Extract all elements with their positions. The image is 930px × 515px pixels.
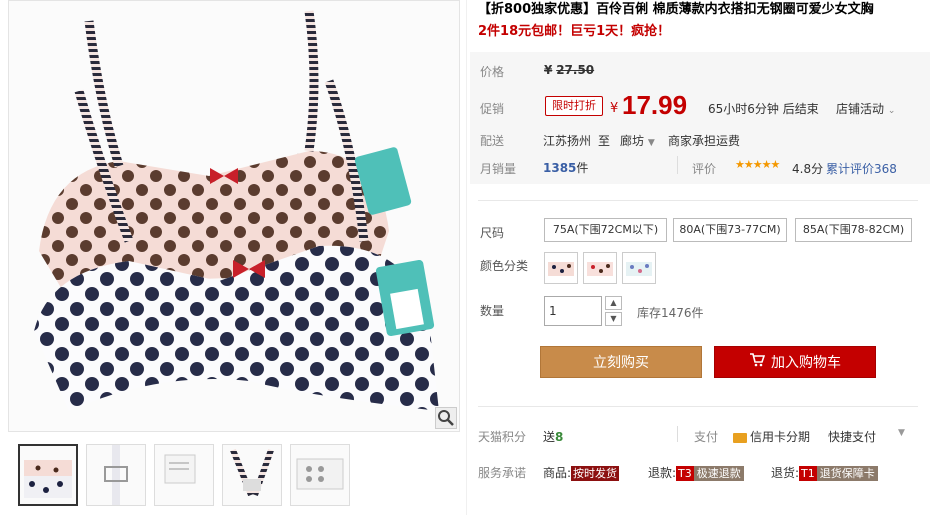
quantity-label: 数量 [480,304,505,318]
pay-label: 支付 [694,430,719,444]
promo-countdown: 65小时6分钟 后结束 [708,102,819,116]
service-refund-text: 极速退款 [693,466,744,481]
cart-icon [749,347,766,379]
shop-activity-dropdown[interactable]: 店铺活动 ⌄ [836,100,895,117]
points-label: 天猫积分 [478,430,527,444]
original-price-currency: ¥ [544,63,553,77]
column-divider [466,0,467,515]
service-goods: 商品: 按时发货 [543,464,620,481]
original-price: ¥ 27.50 [544,63,594,77]
promo-label: 促销 [480,102,505,116]
thumbnail-4[interactable] [222,444,282,506]
size-option-85a[interactable]: 85A(下围78-82CM) [795,218,912,242]
promo-currency: ¥ [610,101,619,116]
stock-count: 库存1476件 [637,306,704,320]
caret-down-icon: ▼ [647,138,655,148]
rating-label: 评价 [692,162,717,176]
product-title: 【折800独家优惠】百伶百俐 棉质薄款内衣搭扣无钢圈可爱少女文胸 [478,2,874,17]
service-return-label: 退货: [771,466,800,480]
service-refund-label: 退款: [648,466,677,480]
shipping-label: 配送 [480,134,505,148]
price-label: 价格 [480,65,505,79]
info-divider [478,200,918,201]
product-photo [34,10,439,411]
service-refund-badge: T3 [676,466,694,481]
shop-activity-label: 店铺活动 [836,102,885,116]
points-amount: 8 [555,430,564,444]
chevron-down-icon: ⌄ [887,106,896,116]
rating-stars: ★★★★★ [735,158,780,171]
buy-now-button[interactable]: 立刻购买 [540,346,702,378]
credit-card-icon [733,432,747,443]
quantity-input[interactable] [544,296,602,326]
points-value: 送8 [543,428,563,445]
size-option-75a[interactable]: 75A(下围72CM以下) [544,218,667,242]
original-price-value: 27.50 [556,63,595,77]
service-return-badge: T1 [799,466,817,481]
points-send: 送 [543,430,556,444]
review-count-link[interactable]: 累计评价368 [826,160,897,177]
quantity-decrease-button[interactable]: ▼ [605,312,622,326]
service-refund: 退款: T3 极速退款 [648,464,744,481]
monthly-sales-label: 月销量 [480,162,517,176]
monthly-sales: 1385件 [543,159,588,176]
credit-installment[interactable]: 信用卡分期 [733,428,810,445]
promo-tag: 限时打折 [545,96,603,116]
service-goods-label: 商品: [543,466,572,480]
pay-divider [677,426,678,442]
shipping-to-word: 至 [598,134,611,148]
bottom-divider [478,406,918,407]
add-to-cart-button[interactable]: 加入购物车 [714,346,876,378]
shipping-from: 江苏扬州 [543,134,592,148]
thumbnail-2[interactable] [86,444,146,506]
main-product-image[interactable] [8,0,460,432]
credit-installment-label: 信用卡分期 [750,430,811,444]
promo-price: 17.99 [622,90,688,120]
monthly-sales-unit: 件 [576,161,589,175]
service-return: 退货: T1 退货保障卡 [771,464,878,481]
color-option-2[interactable] [583,252,617,284]
thumbnail-1[interactable] [18,444,78,506]
size-label: 尺码 [480,226,505,240]
service-label: 服务承诺 [478,466,527,480]
product-subtitle: 2件18元包邮！巨亏1天！疯抢！ [478,24,671,39]
fast-pay[interactable]: 快捷支付 [828,428,876,445]
shipping-fee: 商家承担运费 [668,134,741,148]
color-option-1[interactable] [544,252,578,284]
shipping-destination: 廊坊 [620,134,645,148]
pay-more-dropdown-icon[interactable]: ▼ [898,428,905,438]
sales-divider [677,156,678,174]
shipping-destination-select[interactable]: 廊坊 ▼ [620,132,655,149]
size-option-80a[interactable]: 80A(下围73-77CM) [673,218,787,242]
service-return-text: 退货保障卡 [816,466,878,481]
rating-score: 4.8分 [792,162,824,176]
add-to-cart-label: 加入购物车 [771,355,841,371]
monthly-sales-count: 1385 [543,161,577,175]
zoom-icon[interactable] [435,407,457,429]
thumbnail-5[interactable] [290,444,350,506]
color-label: 颜色分类 [480,259,529,273]
service-goods-badge: 按时发货 [571,466,620,481]
thumbnail-3[interactable] [154,444,214,506]
quantity-increase-button[interactable]: ▲ [605,296,622,310]
color-option-3[interactable] [622,252,656,284]
